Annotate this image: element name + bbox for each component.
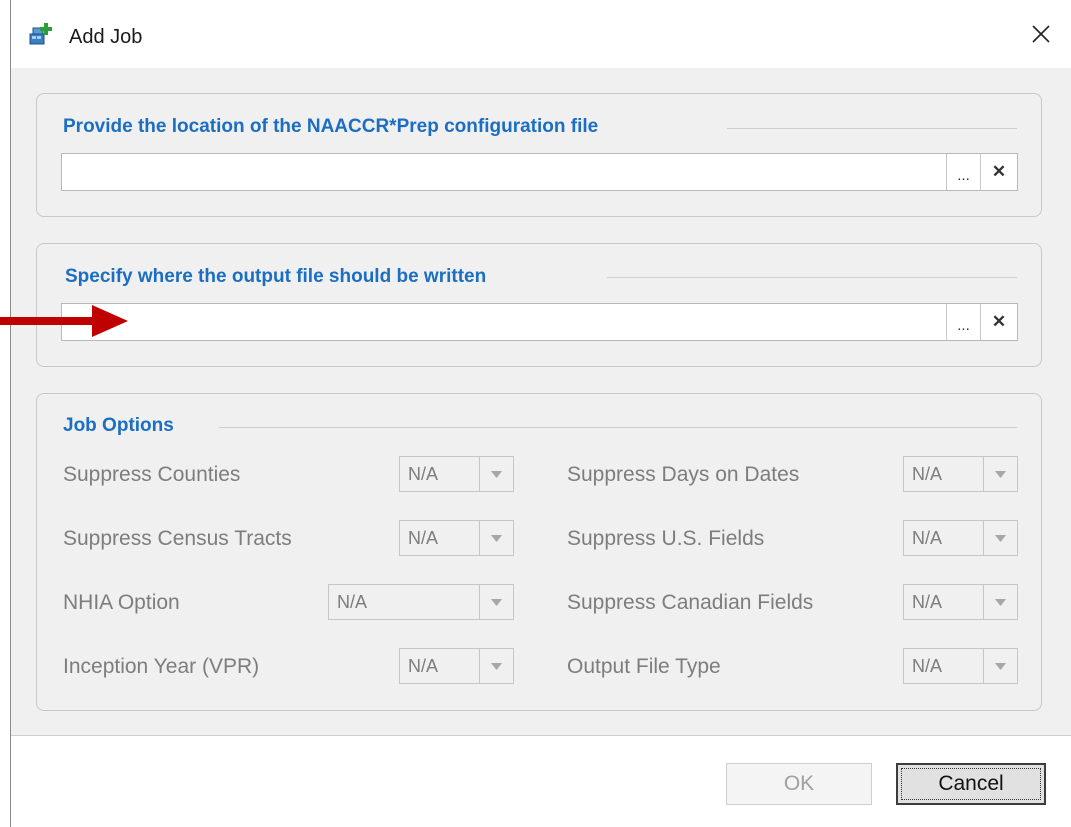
output-clear-button[interactable]: ✕: [980, 304, 1017, 340]
dialog-footer: OK Cancel: [11, 736, 1071, 827]
combo-value: N/A: [408, 656, 439, 676]
suppress-days-on-dates-select[interactable]: N/A: [903, 456, 1018, 492]
config-browse-button[interactable]: ...: [946, 154, 980, 190]
close-button[interactable]: [1011, 0, 1071, 68]
nhia-option-label: NHIA Option: [63, 591, 180, 614]
section-rule: [219, 427, 1017, 428]
chevron-down-icon: [479, 649, 513, 683]
config-file-input[interactable]: [62, 154, 946, 190]
config-file-field: ... ✕: [61, 153, 1018, 191]
output-file-type-label: Output File Type: [567, 655, 721, 678]
output-file-section: Specify where the output file should be …: [36, 243, 1042, 367]
combo-value: N/A: [408, 464, 439, 484]
chevron-down-icon: [983, 585, 1017, 619]
output-file-field: ... ✕: [61, 303, 1018, 341]
section-rule: [727, 128, 1017, 129]
suppress-counties-label: Suppress Counties: [63, 463, 241, 486]
chevron-down-icon: [983, 457, 1017, 491]
title-bar: Add Job: [11, 0, 1071, 68]
combo-value: N/A: [912, 592, 943, 612]
suppress-census-tracts-select[interactable]: N/A: [399, 520, 514, 556]
output-file-input[interactable]: [62, 304, 946, 340]
cancel-button[interactable]: Cancel: [896, 763, 1046, 805]
section-rule: [607, 277, 1017, 278]
clear-icon: ✕: [991, 312, 1007, 331]
nhia-option-select[interactable]: N/A: [328, 584, 514, 620]
chevron-down-icon: [479, 521, 513, 555]
chevron-down-icon: [983, 521, 1017, 555]
close-icon: [1032, 25, 1050, 43]
job-options-section: Job Options Suppress Counties N/A Suppre…: [36, 393, 1042, 711]
config-clear-button[interactable]: ✕: [980, 154, 1017, 190]
output-browse-button[interactable]: ...: [946, 304, 980, 340]
chevron-down-icon: [479, 457, 513, 491]
inception-year-label: Inception Year (VPR): [63, 655, 260, 678]
chevron-down-icon: [479, 585, 513, 619]
suppress-us-fields-select[interactable]: N/A: [903, 520, 1018, 556]
add-job-icon: [29, 23, 52, 45]
suppress-counties-select[interactable]: N/A: [399, 456, 514, 492]
combo-value: N/A: [337, 592, 368, 612]
output-section-title: Specify where the output file should be …: [65, 266, 501, 288]
combo-value: N/A: [912, 528, 943, 548]
clear-icon: ✕: [991, 162, 1007, 181]
combo-value: N/A: [408, 528, 439, 548]
combo-value: N/A: [912, 656, 943, 676]
combo-value: N/A: [912, 464, 943, 484]
focus-ring: [901, 768, 1041, 800]
suppress-canadian-fields-label: Suppress Canadian Fields: [567, 591, 814, 614]
job-options-title: Job Options: [63, 415, 188, 437]
ok-button[interactable]: OK: [726, 763, 872, 805]
suppress-canadian-fields-select[interactable]: N/A: [903, 584, 1018, 620]
suppress-us-fields-label: Suppress U.S. Fields: [567, 527, 765, 550]
chevron-down-icon: [983, 649, 1017, 683]
output-file-type-select[interactable]: N/A: [903, 648, 1018, 684]
suppress-days-on-dates-label: Suppress Days on Dates: [567, 463, 800, 486]
config-file-section: Provide the location of the NAACCR*Prep …: [36, 93, 1042, 217]
add-job-dialog: Add Job Provide the location of the NAAC…: [10, 0, 1071, 827]
window-title: Add Job: [69, 26, 143, 48]
inception-year-select[interactable]: N/A: [399, 648, 514, 684]
annotation-arrow-icon: [0, 305, 128, 337]
suppress-census-tracts-label: Suppress Census Tracts: [63, 527, 292, 550]
config-section-title: Provide the location of the NAACCR*Prep …: [63, 116, 613, 138]
